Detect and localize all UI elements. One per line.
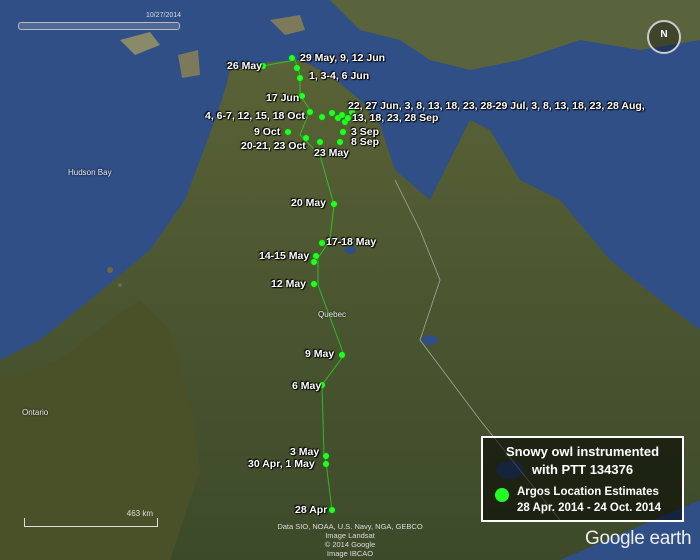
scale-label: 463 km <box>126 509 153 518</box>
date-label: 8 Sep <box>351 136 380 148</box>
location-point[interactable] <box>297 75 303 81</box>
legend-date-range: 28 Apr. 2014 - 24 Oct. 2014 <box>517 502 662 514</box>
location-point[interactable] <box>329 507 335 513</box>
lake-2 <box>422 335 438 345</box>
date-label: 23 May <box>314 147 350 159</box>
scale-bar: 463 km <box>24 509 158 527</box>
location-point[interactable] <box>289 55 295 61</box>
date-label: 9 Oct <box>254 126 281 138</box>
attribution-line: Data SIO, NOAA, U.S. Navy, NGA, GEBCO <box>277 522 423 531</box>
date-label: 22, 27 Jun, 3, 8, 13, 18, 23, 28-29 Jul,… <box>348 100 645 112</box>
attribution-line: © 2014 Google <box>324 540 376 549</box>
location-point[interactable] <box>317 139 323 145</box>
date-label: 4, 6-7, 12, 15, 18 Oct <box>205 110 305 122</box>
location-point[interactable] <box>337 139 343 145</box>
location-point[interactable] <box>319 240 325 246</box>
location-point[interactable] <box>311 281 317 287</box>
time-slider[interactable]: 10/27/2014 <box>18 12 182 30</box>
date-label: 6 May <box>292 380 322 392</box>
legend-title-line1: Snowy owl instrumented <box>505 444 660 459</box>
location-point[interactable] <box>319 114 325 120</box>
location-point[interactable] <box>345 115 351 121</box>
attribution-line: Image IBCAO <box>326 549 374 558</box>
time-slider-track[interactable] <box>18 22 180 30</box>
date-label: 12 May <box>271 278 307 290</box>
location-point[interactable] <box>299 93 305 99</box>
location-point[interactable] <box>331 201 337 207</box>
date-label: 14-15 May <box>259 250 310 262</box>
date-label: 17-18 May <box>326 236 377 248</box>
location-point[interactable] <box>340 129 346 135</box>
location-point[interactable] <box>339 352 345 358</box>
place-name-hudson-bay: Hudson Bay <box>68 168 112 177</box>
location-point[interactable] <box>323 453 329 459</box>
date-label: 3 May <box>290 446 320 458</box>
date-label: 17 Jun <box>266 92 300 104</box>
date-label: 29 May, 9, 12 Jun <box>300 52 386 64</box>
date-label: 20 May <box>291 197 327 209</box>
location-point[interactable] <box>323 461 329 467</box>
attribution-line: Image Landsat <box>325 531 375 540</box>
compass-icon[interactable]: N <box>647 20 681 54</box>
legend-marker-icon <box>495 488 509 502</box>
date-label: 20-21, 23 Oct <box>241 140 306 152</box>
location-point[interactable] <box>294 65 300 71</box>
location-point[interactable] <box>329 110 335 116</box>
belcher-islands <box>107 267 113 273</box>
compass-north-label: N <box>660 29 668 40</box>
date-label: 30 Apr, 1 May <box>248 458 315 470</box>
legend: Snowy owl instrumented with PTT 134376 A… <box>481 436 684 522</box>
location-point[interactable] <box>285 129 291 135</box>
legend-entry: Argos Location Estimates <box>517 486 659 498</box>
date-label: 1, 3-4, 6 Jun <box>309 70 370 82</box>
map-view[interactable]: { "map": { "water_color": "#2f4f86", "la… <box>0 0 700 560</box>
date-label: 9 May <box>305 348 335 360</box>
time-slider-date: 10/27/2014 <box>146 12 182 19</box>
place-name-quebec: Quebec <box>318 310 347 319</box>
date-label: 28 Apr <box>295 504 328 516</box>
place-name-ontario: Ontario <box>22 408 49 417</box>
date-label: 13, 18, 23, 28 Sep <box>352 112 439 124</box>
date-label: 26 May <box>227 60 263 72</box>
location-point[interactable] <box>307 109 313 115</box>
attribution: Data SIO, NOAA, U.S. Navy, NGA, GEBCO Im… <box>270 522 430 558</box>
island-2 <box>178 50 200 78</box>
location-point[interactable] <box>311 259 317 265</box>
google-earth-logo: Google earth <box>585 528 692 549</box>
legend-title-line2: with PTT 134376 <box>531 462 634 477</box>
